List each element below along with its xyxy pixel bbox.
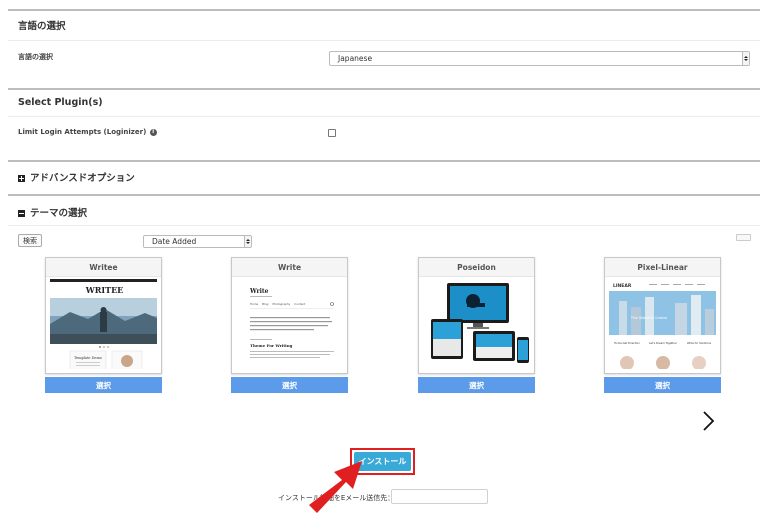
- select-arrows-icon: [742, 52, 749, 65]
- theme-name: Writee: [46, 258, 161, 277]
- thumb-feature: Write for Solutions: [687, 341, 712, 345]
- loginizer-label-text: Limit Login Attempts (Loginizer): [18, 128, 147, 136]
- select-theme-button[interactable]: 選択: [418, 377, 535, 393]
- email-input[interactable]: [391, 489, 488, 504]
- language-select-value: Japanese: [338, 54, 373, 63]
- info-icon[interactable]: i: [149, 128, 157, 136]
- theme-section-title: テーマの選択: [30, 208, 88, 219]
- select-theme-button[interactable]: 選択: [604, 377, 721, 393]
- thumb-feature: Let's Dream Together: [649, 341, 678, 345]
- theme-name: Write: [232, 258, 347, 277]
- theme-card-poseidon[interactable]: Poseidon: [418, 257, 535, 374]
- select-theme-button[interactable]: 選択: [45, 377, 162, 393]
- thumb-post-title: Theme For Writing: [250, 343, 293, 348]
- theme-section-toggle[interactable]: テーマの選択: [18, 205, 87, 219]
- select-arrows-icon: [244, 236, 251, 247]
- language-section-title: 言語の選択: [18, 21, 66, 32]
- plus-square-icon: [18, 175, 25, 182]
- thumb-logo: LINEAR: [613, 283, 632, 289]
- theme-thumbnail: LINEAR The World Is Linear Home Get Dire…: [609, 279, 716, 369]
- thumb-post-title: Template Demo: [74, 356, 102, 360]
- section-divider: [8, 88, 760, 90]
- theme-thumbnail: [423, 279, 530, 369]
- minus-square-icon: [18, 210, 25, 217]
- theme-card-writee[interactable]: Writee WRITEE Template Demo: [45, 257, 162, 374]
- arrow-annotation-icon: [309, 461, 362, 513]
- search-button[interactable]: 検索: [18, 234, 42, 247]
- theme-thumbnail: WRITEE Template Demo: [50, 279, 157, 369]
- divider: [8, 225, 760, 226]
- language-label: 言語の選択: [18, 53, 53, 61]
- language-select[interactable]: Japanese: [329, 51, 750, 66]
- view-toggle-button[interactable]: [736, 234, 751, 241]
- section-divider: [8, 194, 760, 196]
- theme-thumbnail: Write Home Blog Photography Contact Theme F…: [236, 279, 343, 369]
- thumb-logo: Write: [249, 288, 269, 295]
- advanced-options-title: アドバンスドオプション: [30, 173, 135, 184]
- chevron-right-icon[interactable]: [701, 410, 715, 432]
- loginizer-checkbox[interactable]: [328, 129, 336, 137]
- divider: [8, 116, 760, 117]
- theme-card-write[interactable]: Write Write Home Blog Photography Contact T…: [231, 257, 348, 374]
- section-divider: [8, 9, 760, 11]
- sort-select[interactable]: Date Added: [143, 235, 252, 248]
- plugin-section-title: Select Plugin(s): [18, 97, 103, 108]
- section-divider: [8, 160, 760, 162]
- thumb-feature: Home Get Direction: [614, 341, 640, 345]
- theme-name: Pixel-Linear: [605, 258, 720, 277]
- loginizer-label: Limit Login Attempts (Loginizer) i: [18, 128, 157, 136]
- divider: [8, 40, 760, 41]
- theme-name: Poseidon: [419, 258, 534, 277]
- theme-card-pixel-linear[interactable]: Pixel-Linear LINEAR The World Is Linear …: [604, 257, 721, 374]
- thumb-hero-text: The World Is Linear: [630, 315, 668, 320]
- sort-select-value: Date Added: [152, 237, 197, 246]
- thumb-logo: WRITEE: [85, 285, 124, 295]
- advanced-options-toggle[interactable]: アドバンスドオプション: [18, 170, 135, 184]
- select-theme-button[interactable]: 選択: [231, 377, 348, 393]
